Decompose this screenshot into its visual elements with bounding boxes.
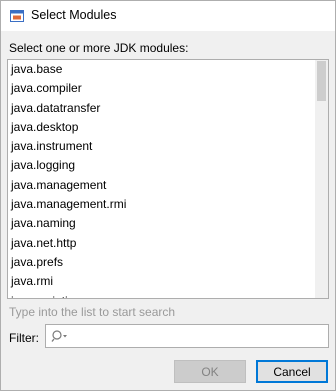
vertical-scrollbar[interactable]	[315, 60, 328, 298]
module-list-item[interactable]: java.rmi	[8, 272, 314, 291]
module-list-item[interactable]: java.base	[8, 60, 314, 79]
modules-list-items: java.base java.compiler java.datatransfer j…	[8, 60, 314, 298]
cancel-button[interactable]: Cancel	[256, 360, 328, 383]
module-list-item[interactable]: java.logging	[8, 156, 314, 175]
modules-list[interactable]: java.base java.compiler java.datatransfer j…	[7, 59, 329, 299]
module-list-item[interactable]: java.naming	[8, 214, 314, 233]
select-modules-dialog: Select Modules Select one or more JDK mo…	[0, 0, 336, 391]
module-list-item[interactable]: java.management.rmi	[8, 195, 314, 214]
module-list-item[interactable]: java.instrument	[8, 137, 314, 156]
ok-button[interactable]: OK	[174, 360, 246, 383]
title-bar: Select Modules	[1, 1, 335, 31]
module-list-item[interactable]: java.net.http	[8, 234, 314, 253]
module-list-item[interactable]: java.desktop	[8, 118, 314, 137]
filter-label: Filter:	[9, 331, 39, 345]
search-icon	[51, 330, 67, 342]
modules-caption: Select one or more JDK modules:	[9, 41, 189, 55]
app-window-icon	[10, 10, 24, 22]
filter-field[interactable]	[45, 324, 329, 348]
module-list-item[interactable]: java.management	[8, 176, 314, 195]
module-list-item[interactable]: java.scripting	[8, 292, 314, 298]
filter-input[interactable]	[70, 327, 324, 345]
module-list-item[interactable]: java.prefs	[8, 253, 314, 272]
module-list-item[interactable]: java.compiler	[8, 79, 314, 98]
search-hint: Type into the list to start search	[9, 305, 176, 319]
scrollbar-thumb[interactable]	[317, 61, 326, 101]
window-title: Select Modules	[31, 8, 117, 22]
module-list-item[interactable]: java.datatransfer	[8, 99, 314, 118]
